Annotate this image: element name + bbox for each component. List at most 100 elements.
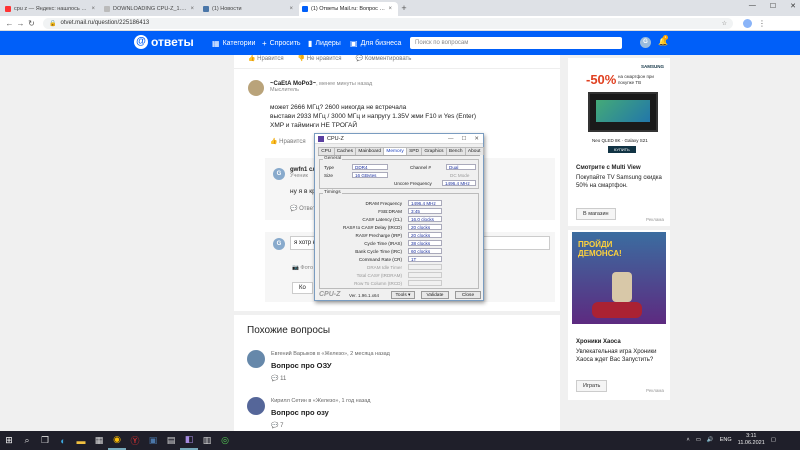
site-header: @ ответы ▦ Категории + Спросить ▮ Лидеры… [0, 31, 800, 55]
edge-icon[interactable]: ◐ [54, 431, 72, 450]
clock[interactable]: 3:11 11.06.2021 [738, 433, 765, 447]
browser-tabstrip: cpu z — Яндекс: нашлось 2 млн × DOWNLOAD… [0, 0, 800, 16]
xbox-icon[interactable]: ◎ [216, 431, 234, 450]
browser-tab-active[interactable]: (1) Ответы Mail.ru: Вопрос про × [299, 2, 398, 16]
browser-tab[interactable]: (1) Новости × [200, 2, 299, 16]
answer-rank: Мыслитель [270, 87, 299, 93]
timing-label: Row To Column (tRCD) [354, 281, 402, 286]
avatar[interactable] [248, 80, 264, 96]
game-title: Хроники Хаоса [576, 339, 621, 345]
like-button[interactable]: 👍 Нравится [270, 138, 306, 145]
comment-button[interactable]: 💬 Комментировать [356, 55, 412, 62]
address-bar[interactable]: 🔒 otvet.mail.ru/question/225186413 ☆ [43, 17, 733, 29]
comment-text: ну я в кр [290, 188, 316, 195]
submit-comment-button[interactable]: Ко [292, 282, 313, 294]
search-input[interactable]: Поиск по вопросам [410, 37, 622, 49]
nav-business[interactable]: ▣ Для бизнеса [350, 39, 401, 48]
like-button[interactable]: 👍 Нравится [248, 55, 284, 62]
dislike-button[interactable]: 👎 Не нравится [298, 55, 342, 62]
close-icon[interactable]: × [91, 6, 95, 12]
close-icon[interactable]: × [190, 6, 194, 12]
reload-icon[interactable]: ↻ [26, 19, 37, 28]
play-button[interactable]: Играть [576, 380, 608, 392]
vk-icon[interactable]: ▣ [144, 431, 162, 450]
windows-start-icon[interactable]: ⊞ [0, 431, 18, 450]
search-icon[interactable]: ⌕ [18, 431, 36, 450]
site-logo[interactable]: @ ответы [134, 35, 194, 49]
similar-count: 💬 11 [271, 376, 287, 382]
back-icon[interactable]: ← [4, 19, 15, 28]
chevron-up-icon[interactable]: ˄ [686, 437, 689, 443]
cpuz-footer: CPU-Z Ver. 1.96.1.x64 Tools ▾ Validate C… [319, 291, 481, 300]
timing-value: 20 clocks [408, 232, 442, 238]
timing-value: 16.0 clocks [408, 216, 442, 222]
ad-title: Смотрите с Multi View [576, 165, 641, 171]
tab-favicon [5, 6, 11, 12]
avatar[interactable] [247, 350, 265, 368]
comment-avatar[interactable]: G [273, 168, 285, 180]
close-icon[interactable]: × [388, 6, 392, 12]
nav-ask[interactable]: + Спросить [262, 39, 301, 48]
new-tab-button[interactable]: + [398, 2, 410, 16]
buy-button[interactable]: КУПИТЬ [608, 146, 636, 153]
minimize-icon[interactable]: — [448, 136, 454, 142]
tab-memory[interactable]: Memory [383, 147, 407, 155]
timing-label: Cycle Time (tRAS) [364, 241, 402, 246]
store-icon[interactable]: ▦ [90, 431, 108, 450]
similar-question[interactable]: Вопрос про озу [271, 408, 329, 417]
app-icon[interactable]: ▥ [198, 431, 216, 450]
shop-button[interactable]: В магазин [576, 208, 616, 220]
maximize-icon[interactable]: ☐ [770, 2, 776, 10]
lock-icon[interactable]: 🔒 [49, 20, 56, 27]
game-image: ПРОЙДИ ДЕМОНСА! [572, 232, 666, 324]
notifications-icon[interactable]: ▢ [771, 437, 776, 443]
cpuz-app-icon [318, 135, 324, 142]
profile-avatar[interactable] [743, 18, 752, 28]
user-avatar[interactable]: G [640, 37, 651, 48]
cpuz-window[interactable]: CPU-Z — ☐ ✕ CPU Caches Mainboard Memory … [314, 133, 484, 301]
tools-button[interactable]: Tools ▾ [391, 291, 415, 299]
cpuz-titlebar[interactable]: CPU-Z — ☐ ✕ [315, 134, 483, 144]
maximize-icon[interactable]: ☐ [461, 136, 466, 142]
language-indicator[interactable]: ENG [720, 437, 732, 443]
tab-mainboard[interactable]: Mainboard [355, 147, 385, 155]
timing-label: RAS# to CAS# Delay (tRCD) [343, 225, 402, 230]
close-icon[interactable]: ✕ [474, 136, 479, 142]
yandex-icon[interactable]: Ⓨ [126, 431, 144, 450]
app-icon[interactable]: ▤ [162, 431, 180, 450]
cpuz-taskbar-icon[interactable]: ◧ [180, 431, 198, 450]
ad-label: Реклама [645, 388, 664, 393]
validate-button[interactable]: Validate [421, 291, 449, 299]
tab-about[interactable]: About [464, 147, 484, 155]
forward-icon[interactable]: → [15, 19, 26, 28]
minimize-icon[interactable]: — [749, 2, 756, 10]
answer-actions: 👍 Нравится [270, 138, 306, 145]
close-window-icon[interactable]: ✕ [790, 2, 796, 10]
star-icon[interactable]: ☆ [722, 20, 727, 27]
menu-icon[interactable]: ⋮ [758, 19, 766, 28]
close-icon[interactable]: × [289, 6, 293, 12]
file-explorer-icon[interactable]: ▬ [72, 431, 90, 450]
browser-tab[interactable]: DOWNLOADING CPU-Z_1.96-EN × [101, 2, 200, 16]
network-icon[interactable]: ▭ [696, 437, 701, 443]
nav-categories[interactable]: ▦ Категории [212, 39, 255, 48]
task-view-icon[interactable]: ❐ [36, 431, 54, 450]
bell-icon[interactable]: 🔔 1 [658, 35, 668, 46]
tab-spd[interactable]: SPD [405, 147, 423, 155]
nav-leaders[interactable]: ▮ Лидеры [308, 39, 341, 48]
chrome-icon[interactable]: ◉ [108, 431, 126, 450]
tab-cpu[interactable]: CPU [318, 147, 335, 155]
photo-button[interactable]: 📷 Фото [292, 265, 313, 271]
similar-question[interactable]: Вопрос про ОЗУ [271, 361, 332, 370]
reply-avatar[interactable]: G [273, 238, 285, 250]
tab-bench[interactable]: Bench [445, 147, 466, 155]
browser-tab[interactable]: cpu z — Яндекс: нашлось 2 млн × [2, 2, 101, 16]
volume-icon[interactable]: 🔊 [707, 437, 714, 443]
game-ad[interactable]: ПРОЙДИ ДЕМОНСА! Хроники Хаоса Увлекатель… [568, 230, 670, 400]
tab-caches[interactable]: Caches [333, 147, 357, 155]
tab-graphics[interactable]: Graphics [421, 147, 447, 155]
close-button[interactable]: Close [455, 291, 481, 299]
samsung-ad[interactable]: SAMSUNG -50% на смартфон при покупке ТВ … [568, 58, 670, 226]
avatar[interactable] [247, 397, 265, 415]
timing-label: DRAM Idle Timer [367, 265, 402, 270]
